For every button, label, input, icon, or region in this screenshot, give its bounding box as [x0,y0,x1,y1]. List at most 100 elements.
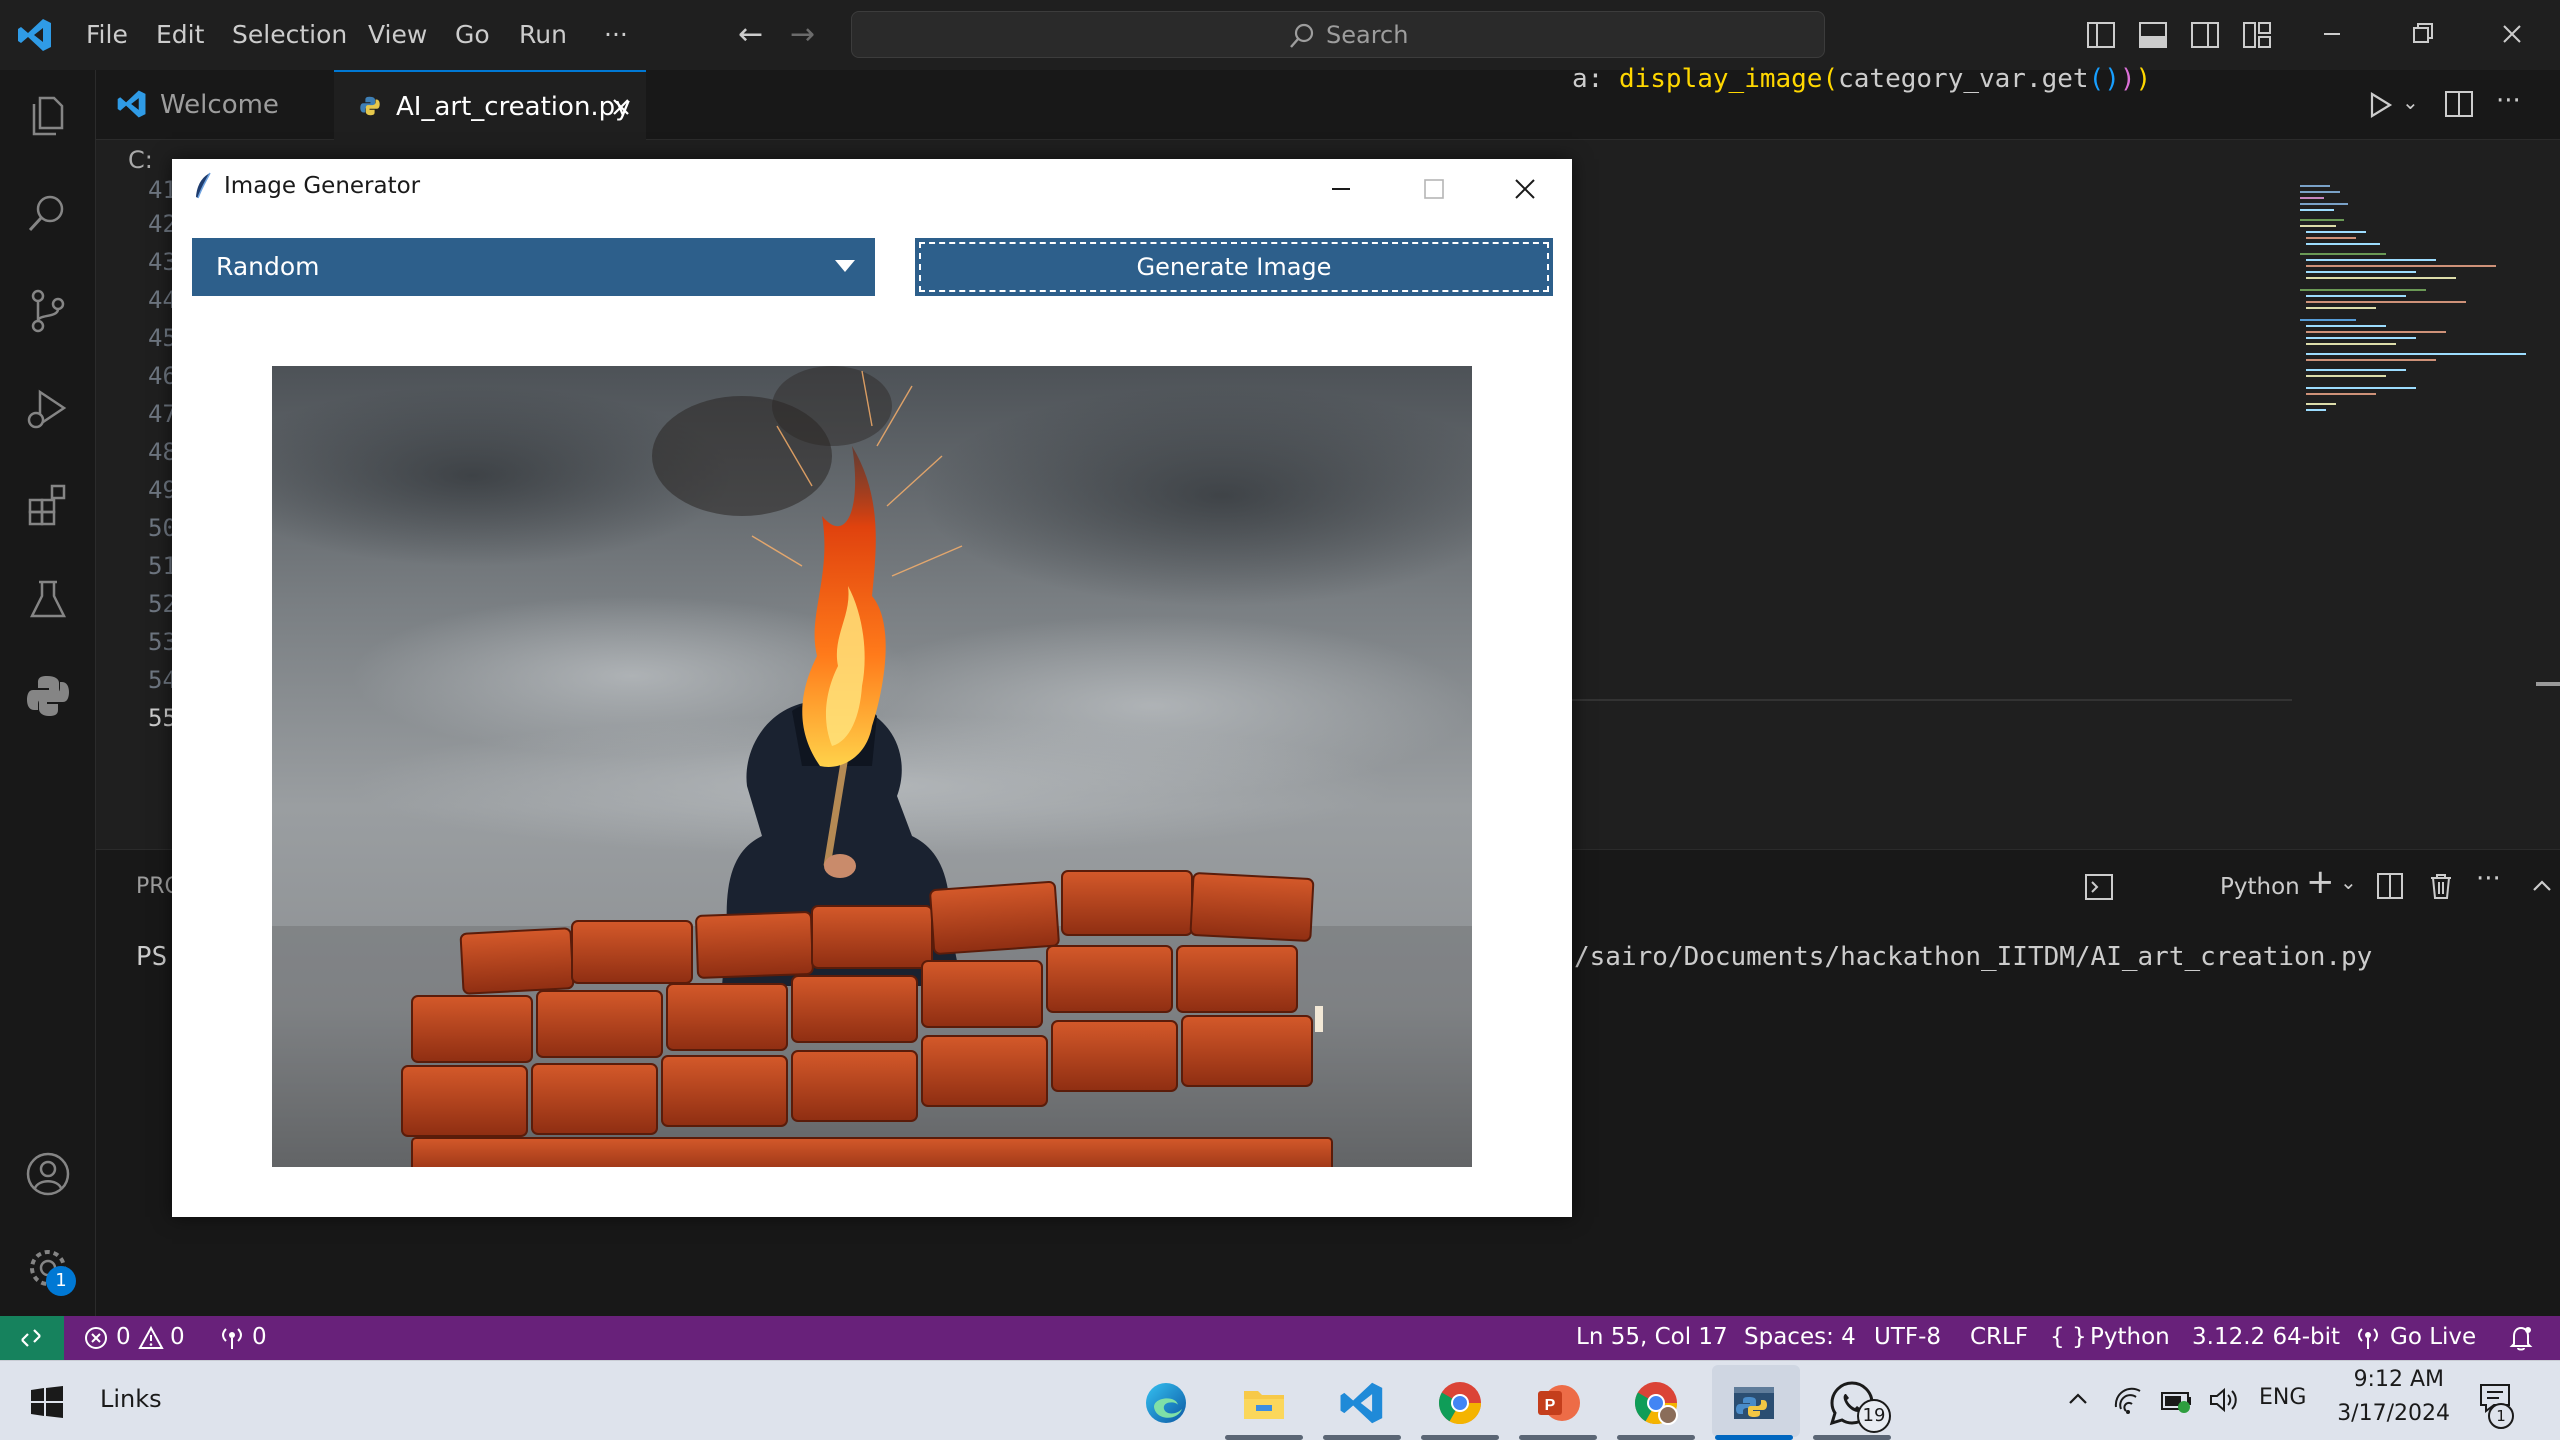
menu-edit[interactable]: Edit [156,19,204,51]
command-center-search[interactable]: Search [851,11,1825,58]
generated-image [272,366,1472,1167]
chrome-icon[interactable] [1436,1379,1484,1427]
editor-scrollbar-thumb[interactable] [2536,682,2560,686]
error-icon [85,1327,107,1349]
minimize-window-icon[interactable] [2310,14,2354,54]
edge-browser-icon[interactable] [1142,1379,1190,1427]
menu-selection[interactable]: Selection [232,19,347,51]
toggle-panel-icon[interactable] [2138,21,2168,49]
toggle-secondary-sidebar-icon[interactable] [2190,21,2220,49]
cursor-position[interactable]: Ln 55, Col 17 [1576,1324,1728,1350]
menu-file[interactable]: File [86,19,128,51]
python-file-icon [360,96,380,116]
status-bar: 0 0 0 Ln 55, Col 17 Spaces: 4 UTF-8 CRLF… [0,1316,2560,1360]
restore-window-icon[interactable] [2400,14,2444,54]
testing-icon[interactable] [22,574,74,626]
python-extension-icon[interactable] [22,670,74,722]
powerpoint-icon[interactable]: P [1534,1379,1582,1427]
close-window-icon[interactable] [2490,14,2534,54]
indentation[interactable]: Spaces: 4 [1744,1324,1856,1350]
forward-arrow-icon[interactable]: → [790,18,815,52]
input-language[interactable]: ENG [2259,1385,2306,1410]
volume-icon[interactable] [2208,1385,2240,1415]
python-tk-window-icon[interactable] [1730,1379,1778,1427]
tab-welcome[interactable]: Welcome [96,70,334,140]
file-explorer-icon[interactable] [1240,1379,1288,1427]
customize-layout-icon[interactable] [2242,21,2272,49]
links-toolbar[interactable]: Links [100,1385,162,1413]
menu-run[interactable]: Run [519,19,567,51]
error-count[interactable]: 0 [116,1324,131,1350]
split-terminal-icon[interactable] [2376,872,2404,900]
category-dropdown[interactable]: Random [192,238,875,296]
maximize-panel-chevron-up-icon[interactable] [2528,872,2556,900]
generate-image-button[interactable]: Generate Image [915,238,1553,296]
terminal-name[interactable]: Python [2220,874,2300,900]
taskbar-running-indicator [1421,1435,1499,1440]
toggle-primary-sidebar-icon[interactable] [2086,21,2116,49]
terminal-output-path: /sairo/Documents/hackathon_IITDM/AI_art_… [1574,942,2373,972]
warning-count[interactable]: 0 [170,1324,185,1350]
activity-bar: 1 [0,70,96,1316]
dialog-title: Image Generator [224,173,421,199]
back-arrow-icon[interactable]: ← [738,18,763,52]
run-python-file-icon[interactable] [2366,90,2394,120]
minimap[interactable] [2296,182,2532,422]
battery-icon[interactable] [2160,1385,2194,1415]
svg-text:P: P [1545,1397,1556,1414]
clock-date[interactable]: 3/17/2024 [2330,1401,2450,1426]
windows-taskbar: Links P 19 ENG 9:12 AM 3/17/2024 1 [0,1360,2560,1440]
tab-ai-art-creation[interactable]: AI_art_creation.py [334,70,646,140]
split-editor-icon[interactable] [2444,90,2474,118]
whatsapp-unread-badge: 19 [1857,1399,1891,1433]
dialog-close-icon[interactable] [1500,169,1550,209]
notifications-bell-icon[interactable] [2508,1324,2534,1352]
python-interpreter[interactable]: 3.12.2 64-bit [2192,1324,2340,1350]
dialog-maximize-icon[interactable] [1408,169,1458,209]
panel-more-actions-icon[interactable]: ··· [2476,864,2501,894]
editor-tabs: Welcome AI_art_creation.py ⌄ ··· [96,70,2560,140]
vscode-taskbar-icon[interactable] [1338,1379,1386,1427]
language-mode[interactable]: Python [2090,1324,2170,1350]
go-live-button[interactable]: Go Live [2390,1324,2476,1350]
remote-indicator[interactable] [0,1316,64,1360]
code-function: display_image [1618,64,1823,94]
new-terminal-plus-icon[interactable]: + [2306,862,2335,902]
menu-view[interactable]: View [368,19,427,51]
ports-count[interactable]: 0 [252,1324,267,1350]
go-live-broadcast-icon [2358,1328,2378,1349]
menu-more[interactable]: ··· [604,19,628,51]
tray-overflow-chevron-icon[interactable] [2064,1385,2092,1413]
terminal-dropdown-chevron-icon[interactable]: ⌄ [2340,870,2357,894]
run-dropdown-chevron-icon[interactable]: ⌄ [2402,90,2419,114]
taskbar-running-indicator [1813,1435,1891,1440]
wifi-icon[interactable] [2112,1385,2144,1415]
ports-broadcast-icon [222,1328,242,1349]
tab-active-label: AI_art_creation.py [396,92,631,122]
taskbar-running-indicator [1323,1435,1401,1440]
close-tab-icon[interactable] [610,96,632,118]
breadcrumb[interactable]: C: [128,146,153,174]
taskbar-running-indicator [1225,1435,1303,1440]
accounts-icon[interactable] [22,1148,74,1200]
run-and-debug-icon[interactable] [22,382,74,434]
chrome-profile-icon[interactable] [1632,1379,1680,1427]
search-icon [1290,23,1314,48]
end-of-line[interactable]: CRLF [1970,1324,2028,1350]
dialog-minimize-icon[interactable] [1316,169,1366,209]
code-line-43: a: display_image(category_var.get())) [1572,64,2152,94]
windows-start-icon[interactable] [30,1385,64,1419]
editor-more-actions-icon[interactable]: ··· [2496,86,2521,116]
code-close-paren: ) [2119,64,2136,94]
terminal-prompt: PS [136,942,168,972]
menu-go[interactable]: Go [455,19,490,51]
tk-feather-icon [196,172,211,199]
search-view-icon[interactable] [22,188,74,240]
encoding[interactable]: UTF-8 [1874,1324,1941,1350]
category-selected-value: Random [216,252,320,281]
source-control-icon[interactable] [22,284,74,336]
kill-terminal-trash-icon[interactable] [2428,872,2454,900]
clock-time[interactable]: 9:12 AM [2334,1367,2444,1392]
extensions-icon[interactable] [22,478,74,530]
explorer-icon[interactable] [22,90,74,142]
